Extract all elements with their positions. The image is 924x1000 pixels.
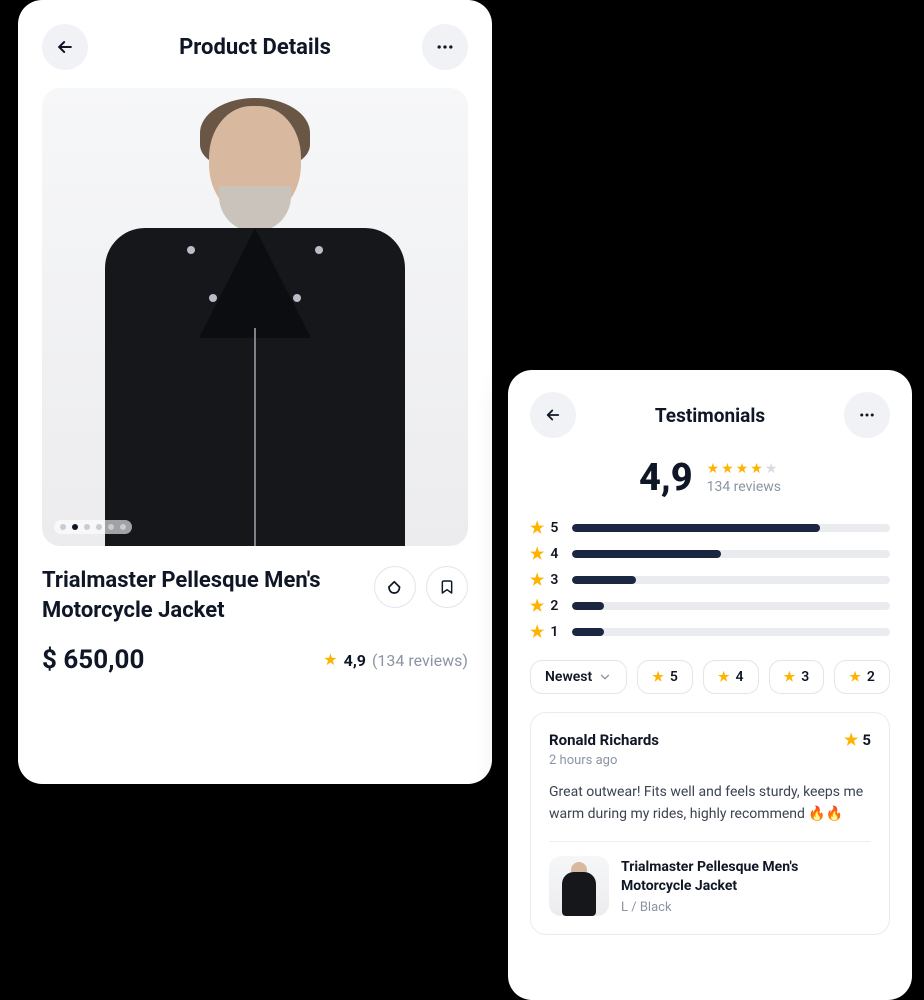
dist-row-5: ★5 <box>530 520 890 536</box>
filter-chip-3[interactable]: ★3 <box>769 660 825 694</box>
more-horizontal-icon <box>858 406 876 424</box>
review-card: Ronald Richards ★ 5 2 hours ago Great ou… <box>530 712 890 935</box>
stars-icon: ★★★★★ <box>707 461 781 477</box>
dist-row-4: ★4 <box>530 546 890 562</box>
arrow-left-icon <box>55 37 75 57</box>
share-button[interactable] <box>374 566 416 608</box>
product-details-screen: Product Details Trialmaster Pellesque Me… <box>18 0 492 784</box>
dist-bar <box>572 550 890 558</box>
dist-row-2: ★2 <box>530 598 890 614</box>
rating-distribution: ★5 ★4 ★3 ★2 ★1 <box>530 520 890 640</box>
star-icon: ★ <box>530 572 544 588</box>
product-image[interactable] <box>42 88 468 546</box>
review-time: 2 hours ago <box>549 753 871 768</box>
product-title-row: Trialmaster Pellesque Men's Motorcycle J… <box>42 566 468 625</box>
product-photo-illustration <box>95 88 415 546</box>
product-rating[interactable]: ★ 4,9 (134 reviews) <box>323 651 468 670</box>
arrow-left-icon <box>544 406 562 424</box>
star-icon: ★ <box>323 652 337 668</box>
filter-chip-2[interactable]: ★2 <box>834 660 890 694</box>
overall-rating-count: 134 reviews <box>707 479 781 495</box>
sort-label: Newest <box>545 669 592 685</box>
dist-bar <box>572 602 890 610</box>
more-button[interactable] <box>844 392 890 438</box>
back-button[interactable] <box>530 392 576 438</box>
bookmark-icon <box>439 578 455 596</box>
filter-chips: Newest ★5 ★4 ★3 ★2 <box>530 660 890 694</box>
bookmark-button[interactable] <box>426 566 468 608</box>
divider <box>549 841 871 842</box>
review-product-title: Trialmaster Pellesque Men's Motorcycle J… <box>621 858 871 896</box>
rating-count: (134 reviews) <box>372 651 468 670</box>
product-price: $ 650,00 <box>42 645 144 675</box>
chevron-down-icon <box>598 670 612 684</box>
star-icon: ★ <box>849 671 861 684</box>
review-text: Great outwear! Fits well and feels sturd… <box>549 782 871 825</box>
dist-bar <box>572 524 890 532</box>
dist-row-1: ★1 <box>530 624 890 640</box>
price-row: $ 650,00 ★ 4,9 (134 reviews) <box>42 645 468 675</box>
star-icon: ★ <box>530 520 544 536</box>
review-header: Ronald Richards ★ 5 <box>549 731 871 749</box>
star-icon: ★ <box>718 671 730 684</box>
rating-value: 4,9 <box>344 651 366 670</box>
product-header: Product Details <box>42 24 468 70</box>
star-icon: ★ <box>530 546 544 562</box>
more-button[interactable] <box>422 24 468 70</box>
star-icon: ★ <box>652 671 664 684</box>
dist-bar <box>572 576 890 584</box>
star-icon: ★ <box>784 671 796 684</box>
overall-rating: 4,9 ★★★★★ 134 reviews <box>530 456 890 500</box>
review-product-ref[interactable]: Trialmaster Pellesque Men's Motorcycle J… <box>549 856 871 916</box>
sort-dropdown[interactable]: Newest <box>530 660 627 694</box>
reviewer-name: Ronald Richards <box>549 731 659 749</box>
testimonials-header: Testimonials <box>530 392 890 438</box>
share-icon <box>386 578 404 596</box>
product-title: Trialmaster Pellesque Men's Motorcycle J… <box>42 566 342 625</box>
star-icon: ★ <box>530 598 544 614</box>
dist-bar <box>572 628 890 636</box>
filter-chip-5[interactable]: ★5 <box>637 660 693 694</box>
more-horizontal-icon <box>435 37 455 57</box>
page-title: Product Details <box>88 35 422 60</box>
image-pager[interactable] <box>54 520 132 534</box>
review-score: ★ 5 <box>844 731 871 749</box>
page-title: Testimonials <box>576 404 844 427</box>
overall-rating-value: 4,9 <box>639 456 693 500</box>
back-button[interactable] <box>42 24 88 70</box>
product-thumbnail <box>549 856 609 916</box>
product-actions <box>374 566 468 608</box>
filter-chip-4[interactable]: ★4 <box>703 660 759 694</box>
star-icon: ★ <box>844 732 858 748</box>
overall-rating-details: ★★★★★ 134 reviews <box>707 461 781 495</box>
review-product-variant: L / Black <box>621 900 871 915</box>
dist-row-3: ★3 <box>530 572 890 588</box>
star-icon: ★ <box>530 624 544 640</box>
testimonials-screen: Testimonials 4,9 ★★★★★ 134 reviews ★5 ★4… <box>508 370 912 1000</box>
